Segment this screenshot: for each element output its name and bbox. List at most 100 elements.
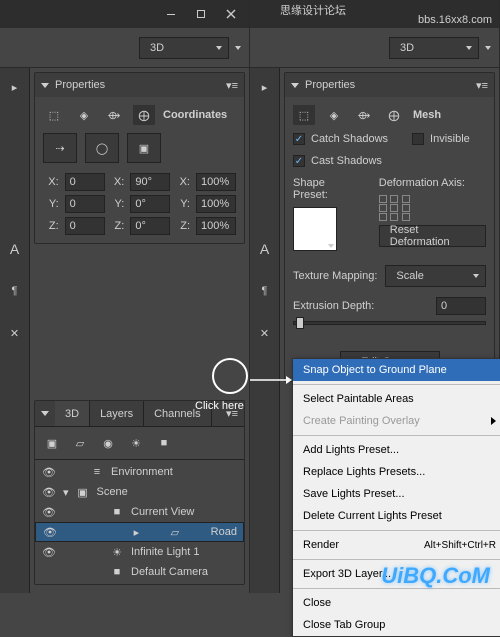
menu-item[interactable]: Snap Object to Ground Plane bbox=[293, 359, 500, 381]
eye-icon[interactable]: 👁 bbox=[41, 466, 57, 479]
maximize-button[interactable] bbox=[187, 4, 215, 24]
chevron-down-icon bbox=[216, 46, 222, 50]
flyout-menu-button[interactable]: ▾≡ bbox=[476, 79, 488, 92]
tool-collapsed-icon[interactable]: ▸ bbox=[254, 76, 276, 98]
y-pos-label: Y: bbox=[43, 198, 61, 210]
menu-item[interactable]: Save Lights Preset... bbox=[293, 483, 500, 505]
tool-strip: ▸ A ¶ ✕ bbox=[250, 68, 280, 593]
mode-dropdown[interactable]: 3D bbox=[139, 37, 229, 59]
annotation-circle bbox=[212, 358, 248, 394]
options-bar: 3D bbox=[250, 28, 499, 68]
minimize-button[interactable] bbox=[157, 4, 185, 24]
menu-item[interactable]: RenderAlt+Shift+Ctrl+R bbox=[293, 534, 500, 556]
x-rot-label: X: bbox=[109, 176, 127, 188]
mesh-icon[interactable]: ⬚ bbox=[43, 105, 65, 125]
catch-shadows-checkbox[interactable]: ✓Catch Shadows bbox=[293, 133, 388, 145]
three-d-panel: 3D Layers Channels ▾≡ ▣ ▱ ◉ ☀ ■ 👁≡Enviro… bbox=[34, 400, 245, 585]
cast-shadows-checkbox[interactable]: ✓Cast Shadows bbox=[293, 155, 486, 167]
filter-scene-icon[interactable]: ▣ bbox=[41, 433, 63, 453]
panel-header: Properties ▾≡ bbox=[285, 73, 494, 97]
type-tool-icon[interactable]: A bbox=[4, 238, 26, 260]
eye-icon[interactable]: 👁 bbox=[41, 506, 57, 519]
list-item[interactable]: 👁☀Infinite Light 1 bbox=[35, 542, 244, 562]
deformation-axis-label: Deformation Axis: bbox=[379, 177, 486, 189]
tab-layers[interactable]: Layers bbox=[90, 401, 144, 426]
y-rot-input[interactable]: 0° bbox=[130, 195, 170, 213]
mode-dropdown-label: 3D bbox=[150, 42, 164, 54]
x-scale-input[interactable]: 100% bbox=[196, 173, 236, 191]
chevron-down-icon[interactable] bbox=[485, 46, 491, 50]
filter-camera-icon[interactable]: ■ bbox=[153, 433, 175, 453]
tool-collapsed-icon[interactable]: ▸ bbox=[4, 76, 26, 98]
wrench-tool-icon[interactable]: ✕ bbox=[254, 322, 276, 344]
eye-icon[interactable]: 👁 bbox=[41, 486, 57, 499]
tab-3d[interactable]: 3D bbox=[55, 401, 90, 426]
z-pos-input[interactable]: 0 bbox=[65, 217, 105, 235]
list-item[interactable]: 👁■Current View bbox=[35, 502, 244, 522]
menu-item[interactable]: Select Paintable Areas bbox=[293, 388, 500, 410]
y-scale-input[interactable]: 100% bbox=[196, 195, 236, 213]
extrusion-slider[interactable] bbox=[293, 321, 486, 325]
filter-material-icon[interactable]: ◉ bbox=[97, 433, 119, 453]
texture-mapping-dropdown[interactable]: Scale bbox=[385, 265, 486, 287]
mesh-icon[interactable]: ⬚ bbox=[293, 105, 315, 125]
z-scale-input[interactable]: 100% bbox=[196, 217, 236, 235]
paragraph-tool-icon[interactable]: ¶ bbox=[4, 280, 26, 302]
reset-deformation-button[interactable]: Reset Deformation bbox=[379, 225, 486, 247]
deformation-axis-grid[interactable] bbox=[379, 195, 413, 219]
cap-icon[interactable]: ⟴ bbox=[103, 105, 125, 125]
properties-panel: Properties ▾≡ ⬚ ◈ ⟴ ⨁ Mesh ✓Catch Shadow… bbox=[284, 72, 495, 382]
chevron-down-icon[interactable] bbox=[235, 46, 241, 50]
y-pos-input[interactable]: 0 bbox=[65, 195, 105, 213]
wrench-tool-icon[interactable]: ✕ bbox=[4, 322, 26, 344]
eye-icon[interactable]: 👁 bbox=[42, 526, 58, 539]
invisible-checkbox[interactable]: Invisible bbox=[412, 133, 470, 145]
shape-preset-label: Shape Preset: bbox=[293, 177, 359, 201]
deform-icon[interactable]: ◈ bbox=[323, 105, 345, 125]
cap-icon[interactable]: ⟴ bbox=[353, 105, 375, 125]
move-axis-button[interactable]: ⇢ bbox=[43, 133, 77, 163]
list-item[interactable]: 👁▾▣Scene bbox=[35, 482, 244, 502]
rotate-axis-button[interactable]: ◯ bbox=[85, 133, 119, 163]
extrusion-depth-input[interactable]: 0 bbox=[436, 297, 486, 315]
menu-item[interactable]: Close bbox=[293, 592, 500, 614]
list-item[interactable]: 👁≡Environment bbox=[35, 462, 244, 482]
z-rot-input[interactable]: 0° bbox=[130, 217, 170, 235]
filter-mesh-icon[interactable]: ▱ bbox=[69, 433, 91, 453]
menu-item[interactable]: Add Lights Preset... bbox=[293, 439, 500, 461]
x-scale-label: X: bbox=[174, 176, 192, 188]
x-pos-label: X: bbox=[43, 176, 61, 188]
paragraph-tool-icon[interactable]: ¶ bbox=[254, 280, 276, 302]
mode-dropdown[interactable]: 3D bbox=[389, 37, 479, 59]
eye-icon[interactable]: 👁 bbox=[41, 546, 57, 559]
z-rot-label: Z: bbox=[109, 220, 127, 232]
deform-icon[interactable]: ◈ bbox=[73, 105, 95, 125]
list-item[interactable]: ■Default Camera bbox=[35, 562, 244, 582]
annotation-arrow-icon bbox=[250, 375, 292, 385]
caret-down-icon bbox=[41, 83, 49, 88]
menu-item[interactable]: Replace Lights Presets... bbox=[293, 461, 500, 483]
coordinates-icon[interactable]: ⨁ bbox=[383, 105, 405, 125]
menu-item[interactable]: Create Painting Overlay bbox=[293, 410, 500, 432]
watermark-text: bbs.16xx8.com bbox=[418, 14, 492, 26]
menu-item[interactable]: Delete Current Lights Preset bbox=[293, 505, 500, 527]
panel-title: Properties bbox=[305, 79, 355, 91]
scale-axis-button[interactable]: ▣ bbox=[127, 133, 161, 163]
x-pos-input[interactable]: 0 bbox=[65, 173, 105, 191]
type-tool-icon[interactable]: A bbox=[254, 238, 276, 260]
menu-item[interactable]: Close Tab Group bbox=[293, 614, 500, 636]
tool-strip: ▸ A ¶ ✕ bbox=[0, 68, 30, 593]
close-button[interactable] bbox=[217, 4, 245, 24]
coordinates-icon[interactable]: ⨁ bbox=[133, 105, 155, 125]
caret-down-icon bbox=[291, 83, 299, 88]
caret-down-icon bbox=[41, 411, 49, 416]
x-rot-input[interactable]: 90° bbox=[130, 173, 170, 191]
shape-preset-picker[interactable] bbox=[293, 207, 337, 251]
window-titlebar bbox=[0, 0, 249, 28]
filter-light-icon[interactable]: ☀ bbox=[125, 433, 147, 453]
scene-icon: ▣ bbox=[75, 486, 91, 499]
camera-icon: ■ bbox=[109, 566, 125, 578]
flyout-menu-button[interactable]: ▾≡ bbox=[226, 79, 238, 92]
list-item[interactable]: 👁▸▱Road bbox=[35, 522, 244, 542]
mesh-icon: ▱ bbox=[167, 526, 183, 539]
